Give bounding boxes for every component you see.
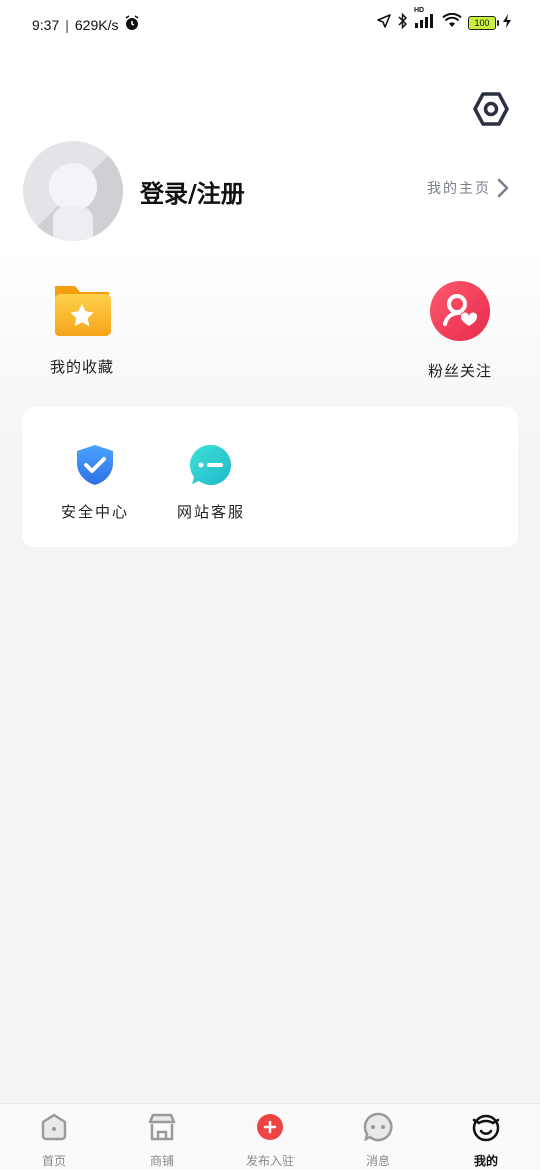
settings-hex-icon <box>473 92 509 126</box>
bottom-tab-bar: 首页 商铺 发布入驻 消息 我的 <box>0 1103 540 1170</box>
my-homepage-label: 我的主页 <box>427 181 491 197</box>
tab-profile[interactable]: 我的 <box>446 1112 526 1169</box>
message-icon <box>363 1112 393 1142</box>
tab-messages[interactable]: 消息 <box>338 1112 418 1169</box>
my-homepage-link[interactable]: 我的主页 <box>427 178 509 198</box>
charging-icon <box>502 13 512 32</box>
status-bar: 9:37 | 629K/s HD 100 <box>0 0 540 46</box>
tab-publish-label: 发布入驻 <box>245 1154 294 1168</box>
battery-indicator: 100 <box>468 15 499 30</box>
avatar[interactable] <box>23 141 123 241</box>
fans-follow-label: 粉丝关注 <box>427 362 492 380</box>
status-right: HD 100 <box>376 7 512 32</box>
chat-bubble-icon <box>189 444 231 485</box>
tab-home-label: 首页 <box>41 1154 66 1168</box>
tab-messages-label: 消息 <box>365 1154 390 1168</box>
tab-home[interactable]: 首页 <box>14 1112 94 1169</box>
alarm-icon <box>124 15 140 34</box>
plus-circle-icon <box>257 1114 283 1140</box>
status-time: 9:37 <box>32 16 60 33</box>
hd-badge: HD <box>414 7 425 14</box>
star-folder-icon <box>55 286 111 336</box>
avatar-body <box>53 207 93 241</box>
location-icon <box>376 13 392 32</box>
profile-face-icon <box>472 1114 500 1142</box>
tab-store[interactable]: 商铺 <box>122 1112 202 1169</box>
security-center-label: 安全中心 <box>60 503 129 521</box>
tab-publish[interactable]: 发布入驻 <box>230 1112 310 1169</box>
services-card: 安全中心 网站客服 <box>22 407 518 547</box>
chevron-right-icon <box>497 178 509 198</box>
fans-follow-button[interactable]: 粉丝关注 <box>420 280 500 381</box>
network-speed: 629K/s <box>74 16 119 33</box>
bluetooth-icon <box>398 12 408 32</box>
settings-button[interactable] <box>472 90 510 128</box>
tab-profile-label: 我的 <box>473 1154 498 1168</box>
tab-store-label: 商铺 <box>149 1154 174 1168</box>
avatar-head <box>49 163 97 211</box>
login-register-link[interactable]: 登录/注册 <box>140 174 245 209</box>
my-favorites-label: 我的收藏 <box>49 358 114 376</box>
customer-service-button[interactable]: 网站客服 <box>166 443 256 522</box>
status-separator: | <box>65 16 69 33</box>
fans-heart-icon <box>430 281 490 341</box>
status-left: 9:37 | 629K/s <box>32 15 140 34</box>
my-favorites-button[interactable]: 我的收藏 <box>42 280 122 377</box>
shield-check-icon <box>77 445 113 485</box>
customer-service-label: 网站客服 <box>176 503 245 521</box>
wifi-icon <box>442 12 462 32</box>
home-icon <box>41 1113 67 1141</box>
store-icon <box>148 1113 176 1141</box>
security-center-button[interactable]: 安全中心 <box>50 443 140 522</box>
signal-icon: HD <box>414 7 436 32</box>
